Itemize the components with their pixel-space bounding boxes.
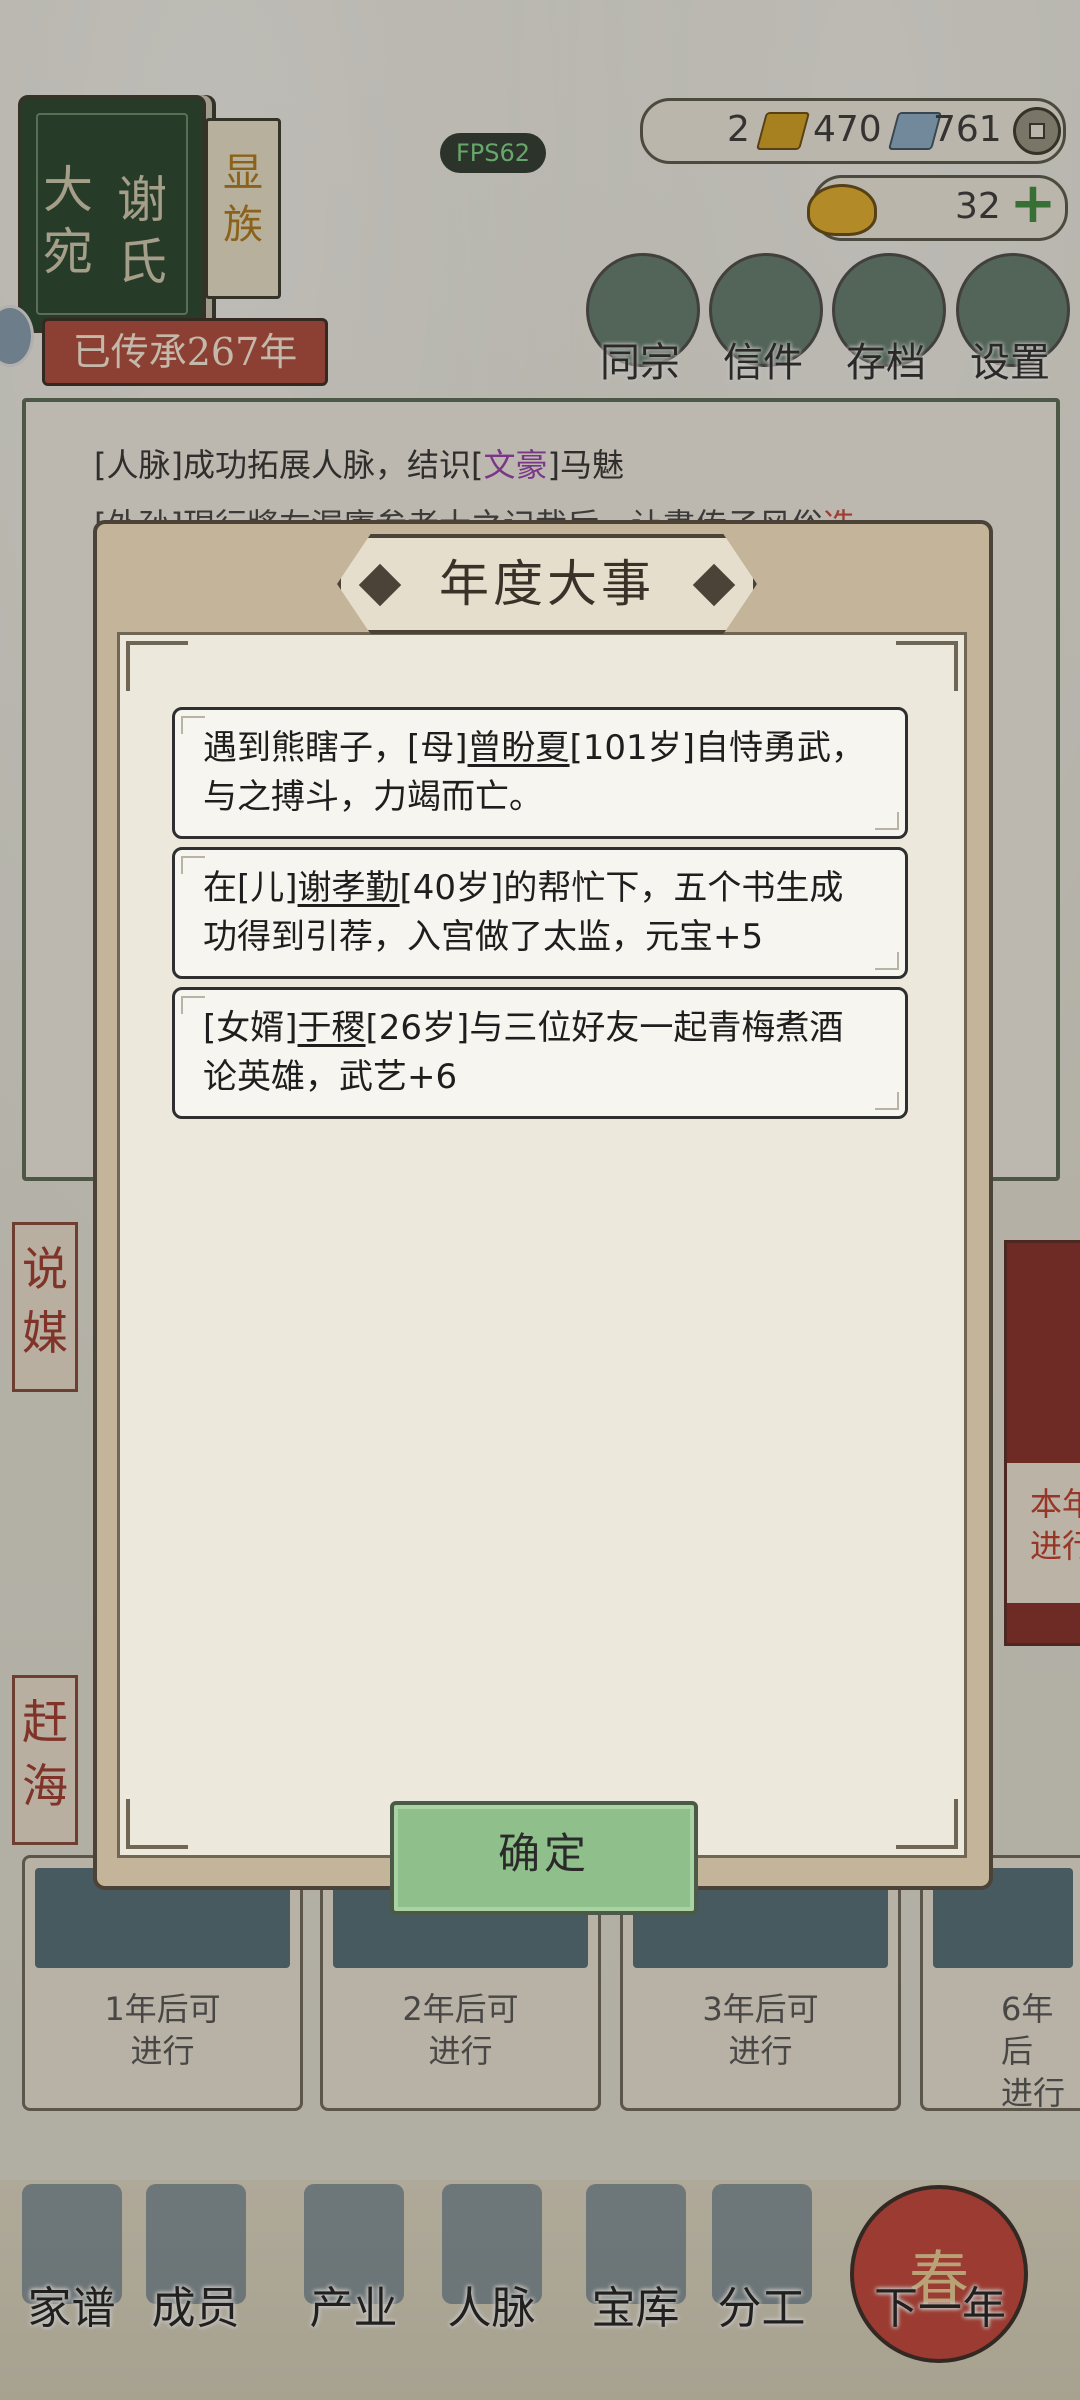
annual-events-dialog: 遇到熊瞎子，[母]曾盼夏[101岁]自恃勇武，与之搏斗，力竭而亡。 在[儿]谢孝… bbox=[93, 520, 993, 1915]
card-corner-ornament bbox=[181, 716, 205, 734]
card-corner-ornament bbox=[181, 996, 205, 1014]
event-card-1: 遇到熊瞎子，[母]曾盼夏[101岁]自恃勇武，与之搏斗，力竭而亡。 bbox=[172, 707, 908, 839]
event-3-pre: [女婿] bbox=[203, 1008, 298, 1048]
event-1-pre: 遇到熊瞎子，[母] bbox=[203, 728, 468, 768]
event-1-person-link[interactable]: 曾盼夏 bbox=[468, 728, 570, 768]
corner-ornament bbox=[896, 1799, 958, 1849]
corner-ornament bbox=[126, 1799, 188, 1849]
dialog-title-plaque: 年度大事 bbox=[337, 534, 757, 634]
event-3-person-link[interactable]: 于稷 bbox=[298, 1008, 366, 1048]
card-corner-ornament bbox=[181, 856, 205, 874]
event-2-person-link[interactable]: 谢孝勤 bbox=[298, 868, 400, 908]
card-corner-ornament bbox=[875, 1092, 899, 1110]
card-corner-ornament bbox=[875, 952, 899, 970]
dialog-title: 年度大事 bbox=[439, 555, 655, 613]
event-2-pre: 在[儿] bbox=[203, 868, 298, 908]
corner-ornament bbox=[896, 641, 958, 691]
dialog-body: 遇到熊瞎子，[母]曾盼夏[101岁]自恃勇武，与之搏斗，力竭而亡。 在[儿]谢孝… bbox=[117, 632, 967, 1915]
confirm-button[interactable]: 确定 bbox=[390, 1801, 698, 1915]
event-card-3: [女婿]于稷[26岁]与三位好友一起青梅煮酒论英雄，武艺+6 bbox=[172, 987, 908, 1119]
card-corner-ornament bbox=[875, 812, 899, 830]
event-card-2: 在[儿]谢孝勤[40岁]的帮忙下，五个书生成功得到引荐，入宫做了太监，元宝+5 bbox=[172, 847, 908, 979]
corner-ornament bbox=[126, 641, 188, 691]
